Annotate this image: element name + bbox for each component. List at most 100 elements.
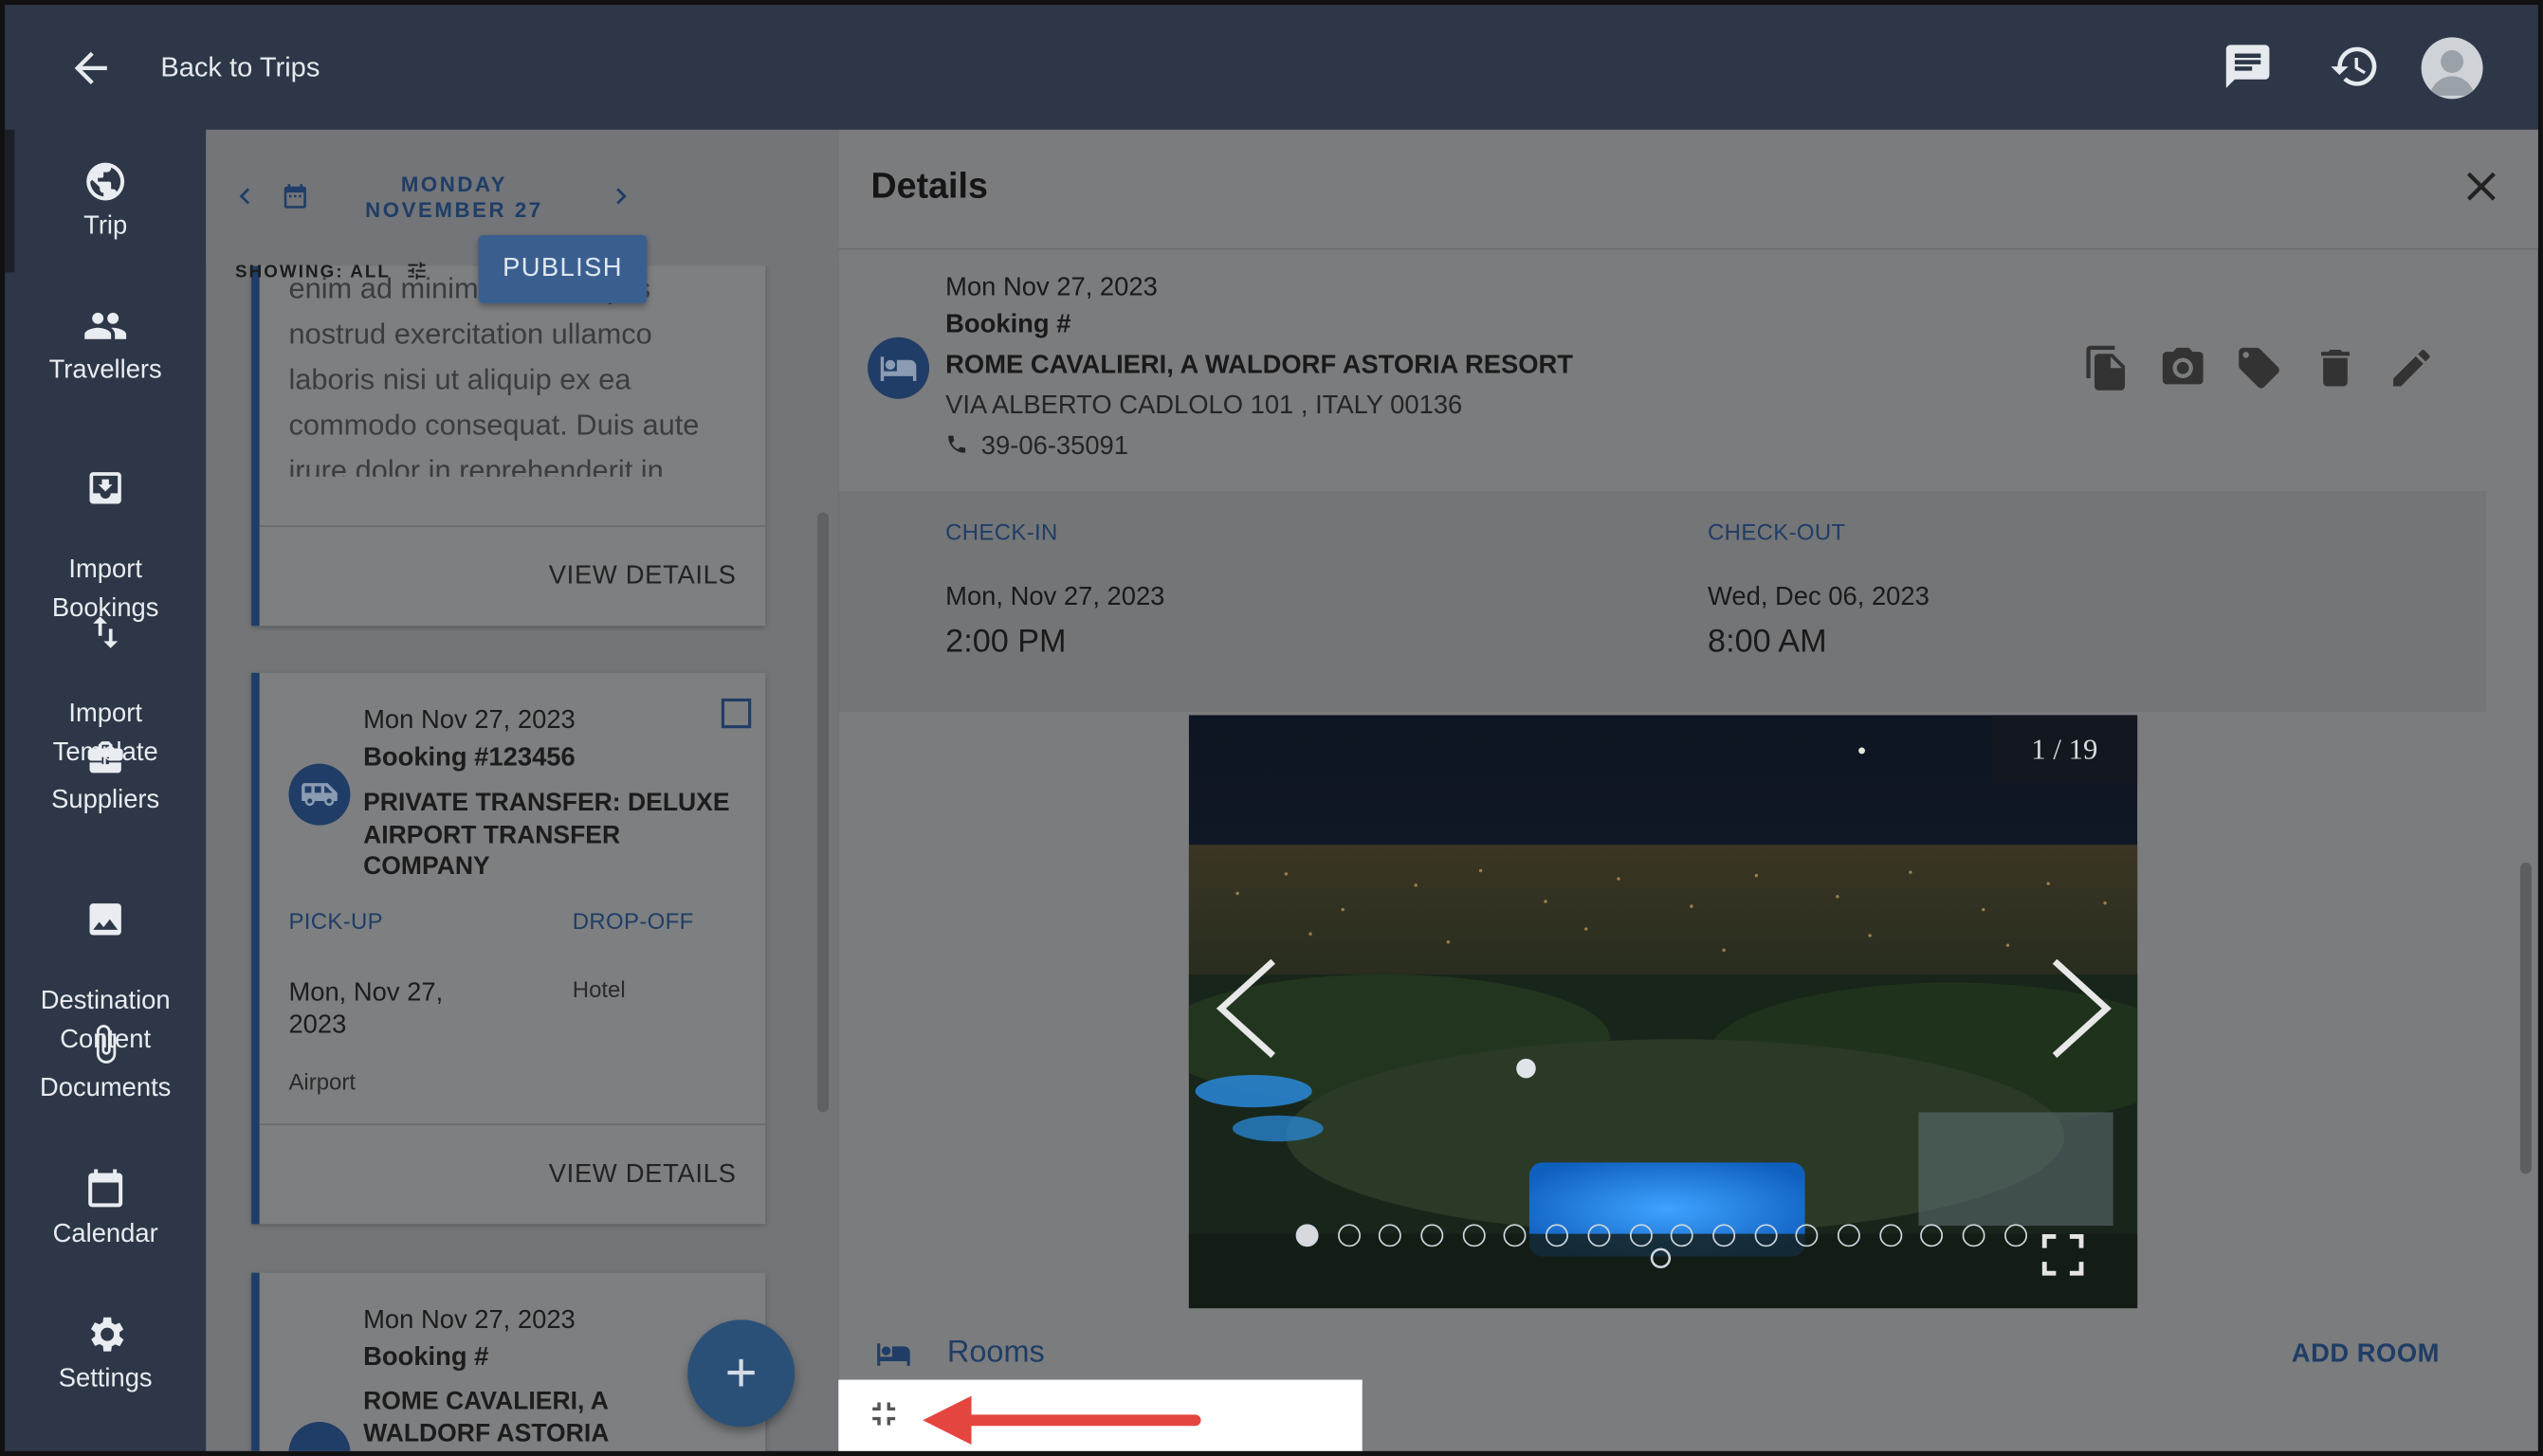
day-name: MONDAY bbox=[400, 172, 508, 196]
fullscreen-icon[interactable] bbox=[2036, 1228, 2091, 1283]
app-window: Back to Trips Trip Travellers Import Boo… bbox=[0, 0, 2543, 1456]
gallery-dot[interactable] bbox=[1753, 1224, 1777, 1247]
itinerary-card-transfer[interactable]: Mon Nov 27, 2023 Booking #123456 PRIVATE… bbox=[251, 672, 766, 1225]
gallery-dot[interactable] bbox=[1420, 1224, 1444, 1247]
nav-item-documents[interactable]: Documents bbox=[5, 1022, 206, 1109]
gallery-next-icon[interactable] bbox=[2045, 955, 2116, 1062]
hotel-photo-gallery[interactable]: 1 / 19 bbox=[1188, 715, 2138, 1309]
user-avatar-icon bbox=[2429, 50, 2476, 96]
gallery-dot[interactable] bbox=[1878, 1224, 1902, 1247]
hotel-badge bbox=[288, 1422, 351, 1451]
card-booking: Booking #123456 bbox=[363, 744, 576, 773]
dropoff-place: Hotel bbox=[572, 975, 626, 1003]
booking-date: Mon Nov 27, 2023 bbox=[945, 274, 1158, 302]
gallery-counter: 1 / 19 bbox=[1991, 715, 2138, 784]
calendar-icon bbox=[88, 1169, 123, 1208]
card-title: ROME CAVALIERI, A WALDORF ASTORIA RESORT bbox=[363, 1388, 609, 1451]
nav-label: Settings bbox=[58, 1365, 153, 1393]
view-details-button[interactable]: VIEW DETAILS bbox=[549, 1161, 737, 1191]
publish-button[interactable]: PUBLISH bbox=[478, 235, 648, 303]
gallery-dot[interactable] bbox=[1711, 1224, 1735, 1247]
hotel-bed-icon bbox=[880, 356, 917, 381]
checkout-label: CHECK-OUT bbox=[1708, 519, 1846, 545]
nav-item-settings[interactable]: Settings bbox=[5, 1312, 206, 1399]
card-date: Mon Nov 27, 2023 bbox=[363, 706, 576, 735]
nav-item-suppliers[interactable]: Suppliers bbox=[5, 737, 206, 821]
import-icon bbox=[89, 472, 121, 504]
briefcase-icon bbox=[87, 741, 123, 774]
gallery-dot[interactable] bbox=[1962, 1224, 1985, 1247]
nav-item-calendar[interactable]: Calendar bbox=[5, 1167, 206, 1254]
avatar[interactable] bbox=[2421, 37, 2483, 100]
gallery-dot[interactable] bbox=[1295, 1224, 1319, 1247]
gallery-dot[interactable] bbox=[1587, 1224, 1611, 1247]
tag-icon[interactable] bbox=[2235, 344, 2283, 392]
calendar-icon[interactable] bbox=[281, 182, 310, 211]
pickup-place: Airport bbox=[288, 1068, 356, 1095]
checkout-date: Wed, Dec 06, 2023 bbox=[1708, 583, 1930, 611]
gallery-dot[interactable] bbox=[1462, 1224, 1486, 1247]
gallery-dot[interactable] bbox=[1337, 1224, 1361, 1247]
details-scrollbar[interactable] bbox=[2519, 862, 2532, 1174]
nav-item-travellers[interactable]: Travellers bbox=[5, 303, 206, 391]
day-date: NOVEMBER 27 bbox=[365, 197, 543, 223]
nav-label: Documents bbox=[39, 1074, 172, 1103]
card-booking: Booking # bbox=[363, 1343, 489, 1372]
back-to-trips-link[interactable]: Back to Trips bbox=[160, 52, 320, 84]
close-icon[interactable] bbox=[2457, 162, 2505, 210]
checkin-date: Mon, Nov 27, 2023 bbox=[945, 583, 1165, 611]
gallery-dot[interactable] bbox=[1837, 1224, 1860, 1247]
current-day: MONDAY NOVEMBER 27 bbox=[365, 172, 543, 224]
pickup-date: Mon, Nov 27, 2023 bbox=[288, 979, 444, 1040]
chat-icon[interactable] bbox=[2222, 41, 2274, 93]
add-item-button[interactable]: + bbox=[687, 1320, 796, 1428]
shuttle-icon bbox=[302, 783, 338, 807]
gallery-dot[interactable] bbox=[1379, 1224, 1402, 1247]
nav-item-trip[interactable]: Trip bbox=[5, 159, 206, 246]
checkbox-icon[interactable] bbox=[719, 696, 755, 732]
delete-icon[interactable] bbox=[2311, 344, 2359, 392]
itinerary-scrollbar[interactable] bbox=[817, 512, 830, 1113]
back-arrow-icon[interactable] bbox=[66, 44, 115, 92]
gallery-dots bbox=[1295, 1224, 2027, 1247]
gallery-dot[interactable] bbox=[1504, 1224, 1528, 1247]
rooms-heading: Rooms bbox=[946, 1336, 1045, 1371]
bus-badge bbox=[288, 763, 351, 826]
add-room-button[interactable]: ADD ROOM bbox=[2292, 1341, 2440, 1371]
copy-icon[interactable] bbox=[2082, 344, 2131, 392]
showing-filter[interactable]: SHOWING: ALL bbox=[235, 260, 430, 282]
camera-icon[interactable] bbox=[2159, 344, 2207, 392]
card-divider bbox=[259, 1123, 766, 1126]
gallery-dot[interactable] bbox=[1629, 1224, 1653, 1247]
card-divider bbox=[259, 525, 766, 527]
nav-label: Calendar bbox=[52, 1220, 158, 1249]
gallery-dot-overflow[interactable] bbox=[1649, 1247, 1672, 1269]
history-icon[interactable] bbox=[2329, 41, 2381, 93]
check-in-out-section: CHECK-IN CHECK-OUT Mon, Nov 27, 2023 2:0… bbox=[838, 491, 2487, 712]
checkout-time: 8:00 AM bbox=[1708, 624, 1827, 661]
collapse-callout bbox=[838, 1379, 1363, 1451]
gallery-prev-icon[interactable] bbox=[1212, 955, 1283, 1062]
view-details-button[interactable]: VIEW DETAILS bbox=[549, 563, 737, 592]
chevron-left-icon[interactable] bbox=[229, 178, 261, 214]
pickup-label: PICK-UP bbox=[288, 907, 383, 935]
pointer-arrow-icon bbox=[923, 1395, 1201, 1445]
globe-icon bbox=[86, 162, 125, 201]
checkin-label: CHECK-IN bbox=[945, 519, 1058, 545]
hotel-name: ROME CAVALIERI, A WALDORF ASTORIA RESORT bbox=[945, 352, 1574, 380]
people-icon bbox=[84, 312, 127, 339]
gallery-dot[interactable] bbox=[1795, 1224, 1819, 1247]
gallery-dot[interactable] bbox=[1920, 1224, 1944, 1247]
image-icon bbox=[89, 903, 121, 936]
collapse-icon[interactable] bbox=[865, 1394, 904, 1433]
paperclip-icon bbox=[96, 1025, 117, 1064]
gallery-dot[interactable] bbox=[1671, 1224, 1693, 1247]
card-title: PRIVATE TRANSFER: DELUXE AIRPORT TRANSFE… bbox=[363, 789, 730, 881]
top-bar: Back to Trips bbox=[5, 5, 2538, 130]
edit-icon[interactable] bbox=[2387, 344, 2436, 392]
gallery-dot[interactable] bbox=[2003, 1224, 2027, 1247]
chevron-right-icon[interactable] bbox=[605, 178, 637, 214]
gear-icon bbox=[91, 1317, 124, 1352]
gallery-dot[interactable] bbox=[1546, 1224, 1569, 1247]
hotel-address: VIA ALBERTO CADLOLO 101 , ITALY 00136 bbox=[945, 391, 1463, 420]
